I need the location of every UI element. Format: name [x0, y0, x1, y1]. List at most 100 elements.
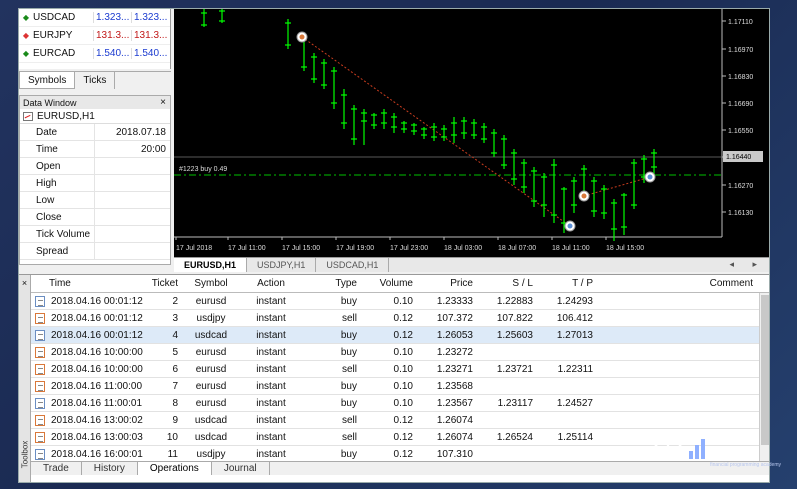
arrow-up-icon: ◆ — [22, 13, 30, 22]
col-tp[interactable]: T / P — [537, 275, 597, 292]
market-watch-row[interactable]: ◆ EURCAD 1.540... 1.540... — [19, 45, 170, 63]
close-icon[interactable]: × — [160, 97, 170, 108]
cell-volume: 0.10 — [393, 347, 413, 358]
data-window-row: Low — [20, 192, 170, 209]
time-text: 2018.04.16 11:00:01 — [51, 397, 143, 409]
cell-action: instant — [256, 381, 286, 392]
table-row[interactable]: 2018.04.16 10:00:00 5 eurusd instant buy 0.10… — [31, 344, 769, 361]
close-icon[interactable]: × — [19, 278, 30, 288]
data-value — [95, 209, 170, 225]
market-watch-row[interactable]: ◆ EURJPY 131.3... 131.3... — [19, 27, 170, 45]
arrow-up-icon: ◆ — [22, 49, 30, 58]
cell-sl: 1.23721 — [496, 364, 533, 375]
time-tick-label: 17 Jul 2018 — [176, 245, 212, 252]
data-value — [95, 226, 170, 242]
market-watch-row[interactable]: ◆ USDCAD 1.323... 1.323... — [19, 9, 170, 27]
col-price[interactable]: Price — [417, 275, 477, 292]
cell-type: sell — [341, 313, 357, 324]
arrow-down-icon: ◆ — [22, 31, 30, 40]
cell-symbol: eurusd — [195, 347, 227, 358]
cell-symbol: usdcad — [194, 432, 228, 443]
data-value — [95, 192, 170, 208]
cell-sl — [477, 344, 537, 360]
ask-price: 131.3... — [131, 30, 169, 41]
col-ticket[interactable]: Ticket — [131, 275, 181, 292]
cell-ticket: 3 — [172, 313, 178, 324]
cell-sl — [477, 446, 537, 462]
col-type[interactable]: Type — [301, 275, 361, 292]
cell-action: instant — [256, 449, 286, 460]
cell-type: buy — [340, 347, 357, 358]
cell-type: sell — [341, 432, 357, 443]
cell-type: buy — [340, 449, 357, 460]
tab-ticks[interactable]: Ticks — [75, 72, 116, 89]
market-watch: ◆ USDCAD 1.323... 1.323... ◆ EURJPY 131.… — [19, 9, 171, 69]
chart-canvas[interactable]: 1.17110 1.16970 1.16830 1.16690 1.16550 1.164… — [174, 9, 770, 257]
cell-tp: 1.22311 — [557, 364, 593, 375]
cell-price: 1.26074 — [436, 415, 473, 426]
col-sl[interactable]: S / L — [477, 275, 537, 292]
table-row[interactable]: 2018.04.16 00:01:12 2 eurusd instant buy 0.10… — [31, 293, 769, 310]
cell-comment — [597, 412, 769, 428]
tab-trade[interactable]: Trade — [31, 462, 82, 475]
cell-tp: 1.24527 — [556, 398, 593, 409]
col-comment[interactable]: Comment — [597, 275, 769, 292]
cell-volume: 0.12 — [393, 330, 413, 341]
tab-chart-usdjpy[interactable]: USDJPY,H1 — [247, 258, 317, 272]
data-window-title: Data Window — [23, 97, 77, 108]
cell-action: instant — [256, 347, 286, 358]
cell-tp: 106.412 — [556, 313, 593, 324]
data-key: Time — [20, 141, 95, 157]
tab-chart-usdcad[interactable]: USDCAD,H1 — [316, 258, 390, 272]
current-price-label: 1.16440 — [726, 154, 751, 161]
price-chart[interactable]: 1.17110 1.16970 1.16830 1.16690 1.16550 1.164… — [174, 9, 770, 257]
table-row[interactable]: 2018.04.16 11:00:00 7 eurusd instant buy 0.10… — [31, 378, 769, 395]
time-tick-label: 17 Jul 23:00 — [390, 245, 428, 252]
cell-symbol: eurusd — [195, 381, 227, 392]
table-row[interactable]: 2018.04.16 11:00:01 8 eurusd instant buy 0.10… — [31, 395, 769, 412]
bid-price: 1.323... — [93, 12, 131, 23]
tab-history[interactable]: History — [82, 462, 138, 475]
scrollbar-thumb[interactable] — [761, 295, 769, 445]
cell-volume: 0.12 — [393, 415, 413, 426]
col-symbol[interactable]: Symbol — [181, 275, 241, 292]
data-key: Tick Volume — [20, 226, 95, 242]
tab-operations[interactable]: Operations — [137, 462, 212, 475]
data-key: Close — [20, 209, 95, 225]
logo-tagline: financial programming academy — [710, 462, 781, 468]
tab-chart-eurusd[interactable]: EURUSD,H1 — [174, 258, 248, 272]
cell-symbol: usdcad — [194, 330, 228, 341]
tab-scroll-arrows[interactable]: ◂ ▸ — [723, 258, 769, 272]
cell-tp: 1.24293 — [556, 296, 593, 307]
cell-ticket: 5 — [172, 347, 178, 358]
cell-ticket: 4 — [172, 330, 178, 341]
table-row[interactable]: 2018.04.16 00:01:12 3 usdjpy instant sell 0.1… — [31, 310, 769, 327]
cell-sl: 1.22883 — [496, 296, 533, 307]
col-volume[interactable]: Volume — [361, 275, 417, 292]
cell-time: 2018.04.16 10:00:00 — [31, 361, 143, 377]
table-header: Time Ticket Symbol Action Type Volume Pr… — [31, 275, 769, 293]
cell-time: 2018.04.16 10:00:00 — [31, 344, 143, 360]
cell-action: instant — [256, 415, 286, 426]
col-time[interactable]: Time — [31, 275, 131, 292]
data-window: Data Window × EURUSD,H1 Date 2018.07.18 Ti… — [19, 95, 171, 265]
cell-tp — [537, 378, 597, 394]
cell-comment — [597, 361, 769, 377]
cell-action: instant — [256, 398, 286, 409]
col-action[interactable]: Action — [241, 275, 301, 292]
cell-ticket: 2 — [172, 296, 178, 307]
data-window-row: Close — [20, 209, 170, 226]
cell-time: 2018.04.16 00:01:12 — [31, 327, 143, 343]
document-icon — [35, 431, 45, 443]
time-tick-label: 17 Jul 19:00 — [336, 245, 374, 252]
data-value — [95, 243, 170, 259]
price-tick-label: 1.16270 — [728, 183, 753, 190]
cell-price: 1.26053 — [436, 330, 473, 341]
table-row[interactable]: 2018.04.16 00:01:12 4 usdcad instant buy 0.12… — [31, 327, 769, 344]
cell-tp — [537, 412, 597, 428]
tab-journal[interactable]: Journal — [212, 462, 270, 475]
table-row[interactable]: 2018.04.16 13:00:02 9 usdcad instant sell 0.1… — [31, 412, 769, 429]
document-icon — [35, 397, 45, 409]
tab-symbols[interactable]: Symbols — [19, 72, 76, 89]
table-row[interactable]: 2018.04.16 10:00:00 6 eurusd instant sell 0.1… — [31, 361, 769, 378]
